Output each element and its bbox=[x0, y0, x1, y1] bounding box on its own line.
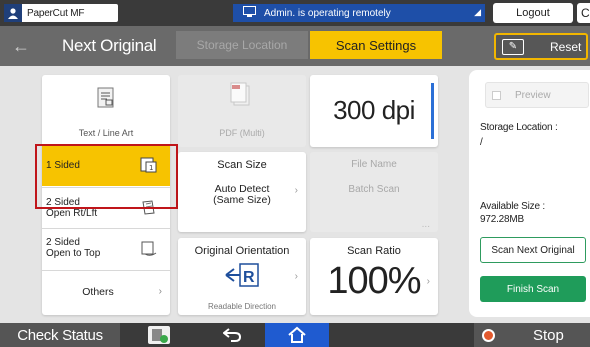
scan-ratio-title: Scan Ratio bbox=[347, 245, 401, 257]
remote-operation-text: Admin. is operating remotely bbox=[264, 7, 391, 19]
scan-status-panel: Preview Storage Location : / Available S… bbox=[469, 70, 590, 317]
sides-option-2-sided-top[interactable]: 2 Sided Open to Top bbox=[42, 228, 170, 268]
back-icon[interactable] bbox=[200, 323, 264, 347]
app-header: ← Next Original Storage Location Scan Se… bbox=[0, 26, 590, 66]
stop-label: Stop bbox=[533, 326, 564, 344]
file-type-label: PDF (Multi) bbox=[219, 128, 265, 138]
svg-text:R: R bbox=[243, 269, 255, 286]
others-label: Others bbox=[82, 286, 114, 298]
back-arrow-icon[interactable]: ← bbox=[12, 36, 30, 57]
arrow-icon: ◢ bbox=[474, 7, 481, 17]
scan-next-original-button[interactable]: Scan Next Original bbox=[480, 237, 586, 263]
user-chip[interactable]: PaperCut MF bbox=[4, 4, 118, 22]
scroll-indicator bbox=[431, 83, 434, 139]
orientation-title: Original Orientation bbox=[194, 245, 290, 257]
storage-location-value: / bbox=[480, 137, 483, 148]
stop-button[interactable]: Stop bbox=[474, 323, 590, 347]
check-status-button[interactable]: Check Status bbox=[0, 323, 120, 347]
checkbox-icon bbox=[492, 90, 501, 100]
file-name-tile[interactable]: File Name Batch Scan ... bbox=[310, 152, 438, 232]
resolution-value: 300 dpi bbox=[333, 95, 415, 125]
user-name: PaperCut MF bbox=[27, 7, 85, 19]
preview-toggle[interactable]: Preview bbox=[485, 82, 589, 108]
tab-scan-settings[interactable]: Scan Settings bbox=[310, 31, 442, 59]
stop-icon bbox=[482, 328, 495, 342]
orientation-card[interactable]: Original Orientation R › Readable Direct… bbox=[178, 238, 306, 315]
file-type-tile[interactable]: PDF (Multi) bbox=[178, 75, 306, 147]
selection-highlight bbox=[35, 144, 178, 209]
file-name-value: Batch Scan bbox=[348, 184, 400, 195]
original-type-label[interactable]: Text / Line Art bbox=[42, 128, 170, 138]
tab-storage-location[interactable]: Storage Location bbox=[176, 31, 308, 59]
file-name-title: File Name bbox=[351, 159, 397, 170]
reset-label: Reset bbox=[550, 39, 582, 54]
logout-button[interactable]: Logout bbox=[493, 3, 573, 23]
resolution-card[interactable]: 300 dpi bbox=[310, 75, 438, 147]
available-size-label: Available Size : bbox=[480, 201, 545, 212]
finish-scan-button[interactable]: Finish Scan bbox=[480, 276, 586, 302]
others-option[interactable]: Others › bbox=[42, 270, 170, 315]
reset-button[interactable]: ✎ Reset bbox=[494, 33, 588, 60]
sides-option-label: 2 Sided Open to Top bbox=[46, 237, 101, 259]
chevron-right-icon: › bbox=[294, 185, 298, 196]
home-icon[interactable] bbox=[265, 323, 329, 347]
system-bottom-bar: Check Status Stop bbox=[0, 323, 590, 347]
available-size-value: 972.28MB bbox=[480, 214, 524, 225]
machine-status-icon[interactable] bbox=[148, 326, 170, 344]
pdf-file-icon bbox=[230, 82, 254, 108]
scan-size-value: Auto Detect (Same Size) bbox=[213, 183, 271, 206]
extra-button[interactable]: C bbox=[577, 3, 590, 23]
chevron-right-icon: › bbox=[294, 271, 298, 282]
preview-label: Preview bbox=[515, 89, 551, 101]
remote-screen-icon bbox=[243, 6, 256, 20]
user-icon bbox=[4, 4, 22, 22]
scan-size-title: Scan Size bbox=[217, 159, 267, 171]
text-line-art-icon[interactable] bbox=[97, 87, 117, 109]
chevron-right-icon: › bbox=[158, 286, 162, 297]
ellipsis-icon: ... bbox=[421, 219, 430, 230]
chevron-right-icon: › bbox=[426, 276, 430, 287]
two-sided-top-icon bbox=[140, 241, 158, 257]
system-status-bar: PaperCut MF Admin. is operating remotely… bbox=[0, 0, 590, 26]
storage-location-label: Storage Location : bbox=[480, 122, 558, 133]
eraser-icon: ✎ bbox=[502, 38, 524, 55]
orientation-value: Readable Direction bbox=[207, 302, 277, 311]
scan-ratio-card[interactable]: Scan Ratio 100% › bbox=[310, 238, 438, 315]
scan-size-card[interactable]: Scan Size Auto Detect (Same Size) › bbox=[178, 152, 306, 232]
page-title: Next Original bbox=[62, 36, 157, 55]
readable-direction-icon: R bbox=[222, 262, 262, 288]
scan-ratio-value: 100% bbox=[327, 260, 421, 302]
remote-operation-banner: Admin. is operating remotely ◢ bbox=[233, 4, 485, 22]
